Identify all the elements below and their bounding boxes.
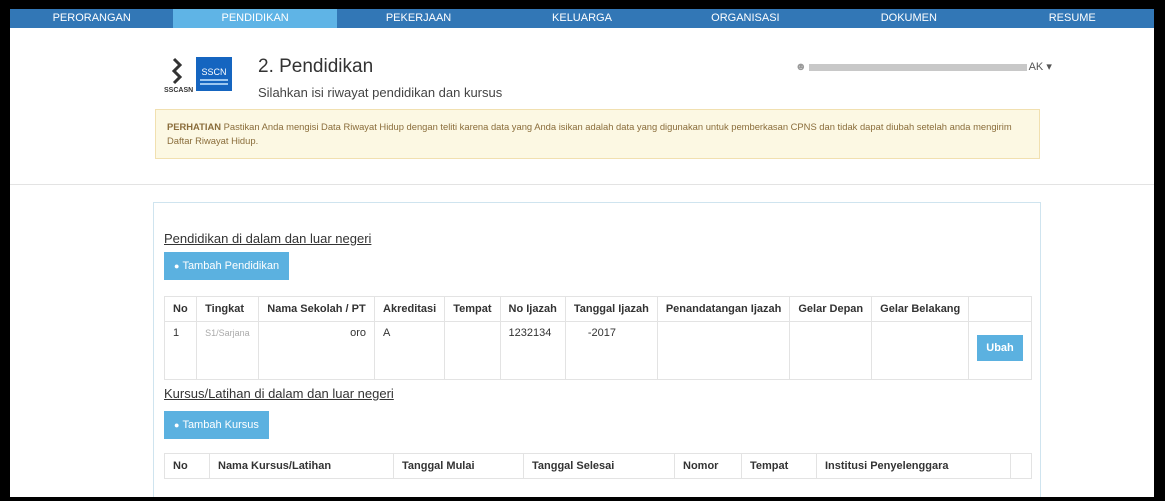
user-menu[interactable]: ☻ AK ▾ [795, 60, 1052, 73]
col-tanggal-mulai: Tanggal Mulai [393, 453, 524, 479]
col-nomor: Nomor [674, 453, 742, 479]
cell-action: Ubah [968, 321, 1032, 380]
caret-down-icon: ▾ [1043, 61, 1052, 73]
col-tingkat: Tingkat [196, 296, 260, 322]
user-name-suffix: AK [1028, 61, 1044, 73]
nav-organisasi[interactable]: ORGANISASI [664, 9, 827, 28]
col-tanggal-ijazah: Tanggal Ijazah [564, 296, 658, 322]
col-tanggal-selesai: Tanggal Selesai [523, 453, 675, 479]
add-course-button[interactable]: ● Tambah Kursus [164, 411, 269, 439]
alert-label: PERHATIAN [167, 121, 221, 132]
user-name-redacted [808, 63, 1027, 71]
alert-text: Pastikan Anda mengisi Data Riwayat Hidup… [167, 121, 1012, 146]
logo-sub-text: SSCASN [164, 87, 193, 94]
col-penandatangan: Penandatangan Ijazah [656, 296, 791, 322]
cell-tanggal-ijazah: -2017 [564, 321, 658, 380]
table-row: 1 S1/Sarjana oro A 1232134 -2017 Ubah [163, 321, 1032, 380]
user-icon: ☻ [795, 61, 807, 73]
col-nama-kursus: Nama Kursus/Latihan [209, 453, 394, 479]
cell-gelar-belakang [871, 321, 970, 380]
add-education-label: Tambah Pendidikan [182, 260, 280, 272]
divider [10, 184, 1154, 185]
cell-no: 1 [163, 321, 198, 380]
col-no-ijazah: No Ijazah [499, 296, 566, 322]
table-header-row: No Tingkat Nama Sekolah / PT Akreditasi … [163, 296, 1032, 322]
cell-gelar-depan [789, 321, 873, 380]
cell-tanggal-text: -2017 [587, 327, 616, 339]
col-no: No [164, 453, 210, 479]
plus-circle-icon: ● [174, 420, 180, 430]
cell-tingkat: S1/Sarjana [196, 321, 260, 380]
logo-text: SSCN [201, 67, 226, 77]
edit-button[interactable]: Ubah [977, 335, 1023, 361]
courses-section-title: Kursus/Latihan di dalam dan luar negeri [164, 386, 394, 401]
plus-circle-icon: ● [174, 261, 180, 271]
table-header-row: No Nama Kursus/Latihan Tanggal Mulai Tan… [164, 453, 1032, 479]
cell-nama-sekolah: oro [258, 321, 376, 380]
warning-alert: PERHATIAN Pastikan Anda mengisi Data Riw… [155, 109, 1040, 159]
cell-akreditasi: A [374, 321, 446, 380]
nav-pendidikan[interactable]: PENDIDIKAN [173, 9, 337, 28]
cell-tempat [444, 321, 501, 380]
cell-nama-text: oro [350, 327, 367, 339]
add-course-label: Tambah Kursus [182, 419, 259, 431]
sscasn-logo: SSCASN SSCN [160, 55, 232, 95]
col-tempat: Tempat [444, 296, 501, 322]
col-tempat: Tempat [741, 453, 817, 479]
page-subtitle: Silahkan isi riwayat pendidikan dan kurs… [258, 85, 503, 100]
col-institusi: Institusi Penyelenggara [816, 453, 1011, 479]
col-nama-sekolah: Nama Sekolah / PT [258, 296, 376, 322]
col-gelar-belakang: Gelar Belakang [871, 296, 970, 322]
education-panel: Pendidikan di dalam dan luar negeri ● Tam… [153, 202, 1041, 497]
nav-resume[interactable]: RESUME [991, 9, 1154, 28]
col-no: No [163, 296, 198, 322]
cell-no-ijazah: 1232134 [499, 321, 566, 380]
garuda-icon: SSCASN [164, 57, 193, 94]
nav-perorangan[interactable]: PERORANGAN [10, 9, 173, 28]
col-action [1010, 453, 1032, 479]
nav-keluarga[interactable]: KELUARGA [500, 9, 663, 28]
add-education-button[interactable]: ● Tambah Pendidikan [164, 252, 290, 280]
education-section-title: Pendidikan di dalam dan luar negeri [164, 231, 372, 246]
col-akreditasi: Akreditasi [374, 296, 446, 322]
cell-penandatangan [656, 321, 791, 380]
app-window: PERORANGAN PENDIDIKAN PEKERJAAN KELUARGA… [10, 9, 1154, 497]
col-gelar-depan: Gelar Depan [789, 296, 873, 322]
page-title: 2. Pendidikan [258, 56, 374, 77]
education-table: No Tingkat Nama Sekolah / PT Akreditasi … [163, 296, 1032, 380]
cell-tingkat-text: S1/Sarjana [205, 328, 250, 338]
col-action [968, 296, 1032, 322]
nav-dokumen[interactable]: DOKUMEN [827, 9, 990, 28]
nav-pekerjaan[interactable]: PEKERJAAN [337, 9, 500, 28]
main-nav: PERORANGAN PENDIDIKAN PEKERJAAN KELUARGA… [10, 9, 1154, 28]
courses-table: No Nama Kursus/Latihan Tanggal Mulai Tan… [164, 453, 1032, 479]
